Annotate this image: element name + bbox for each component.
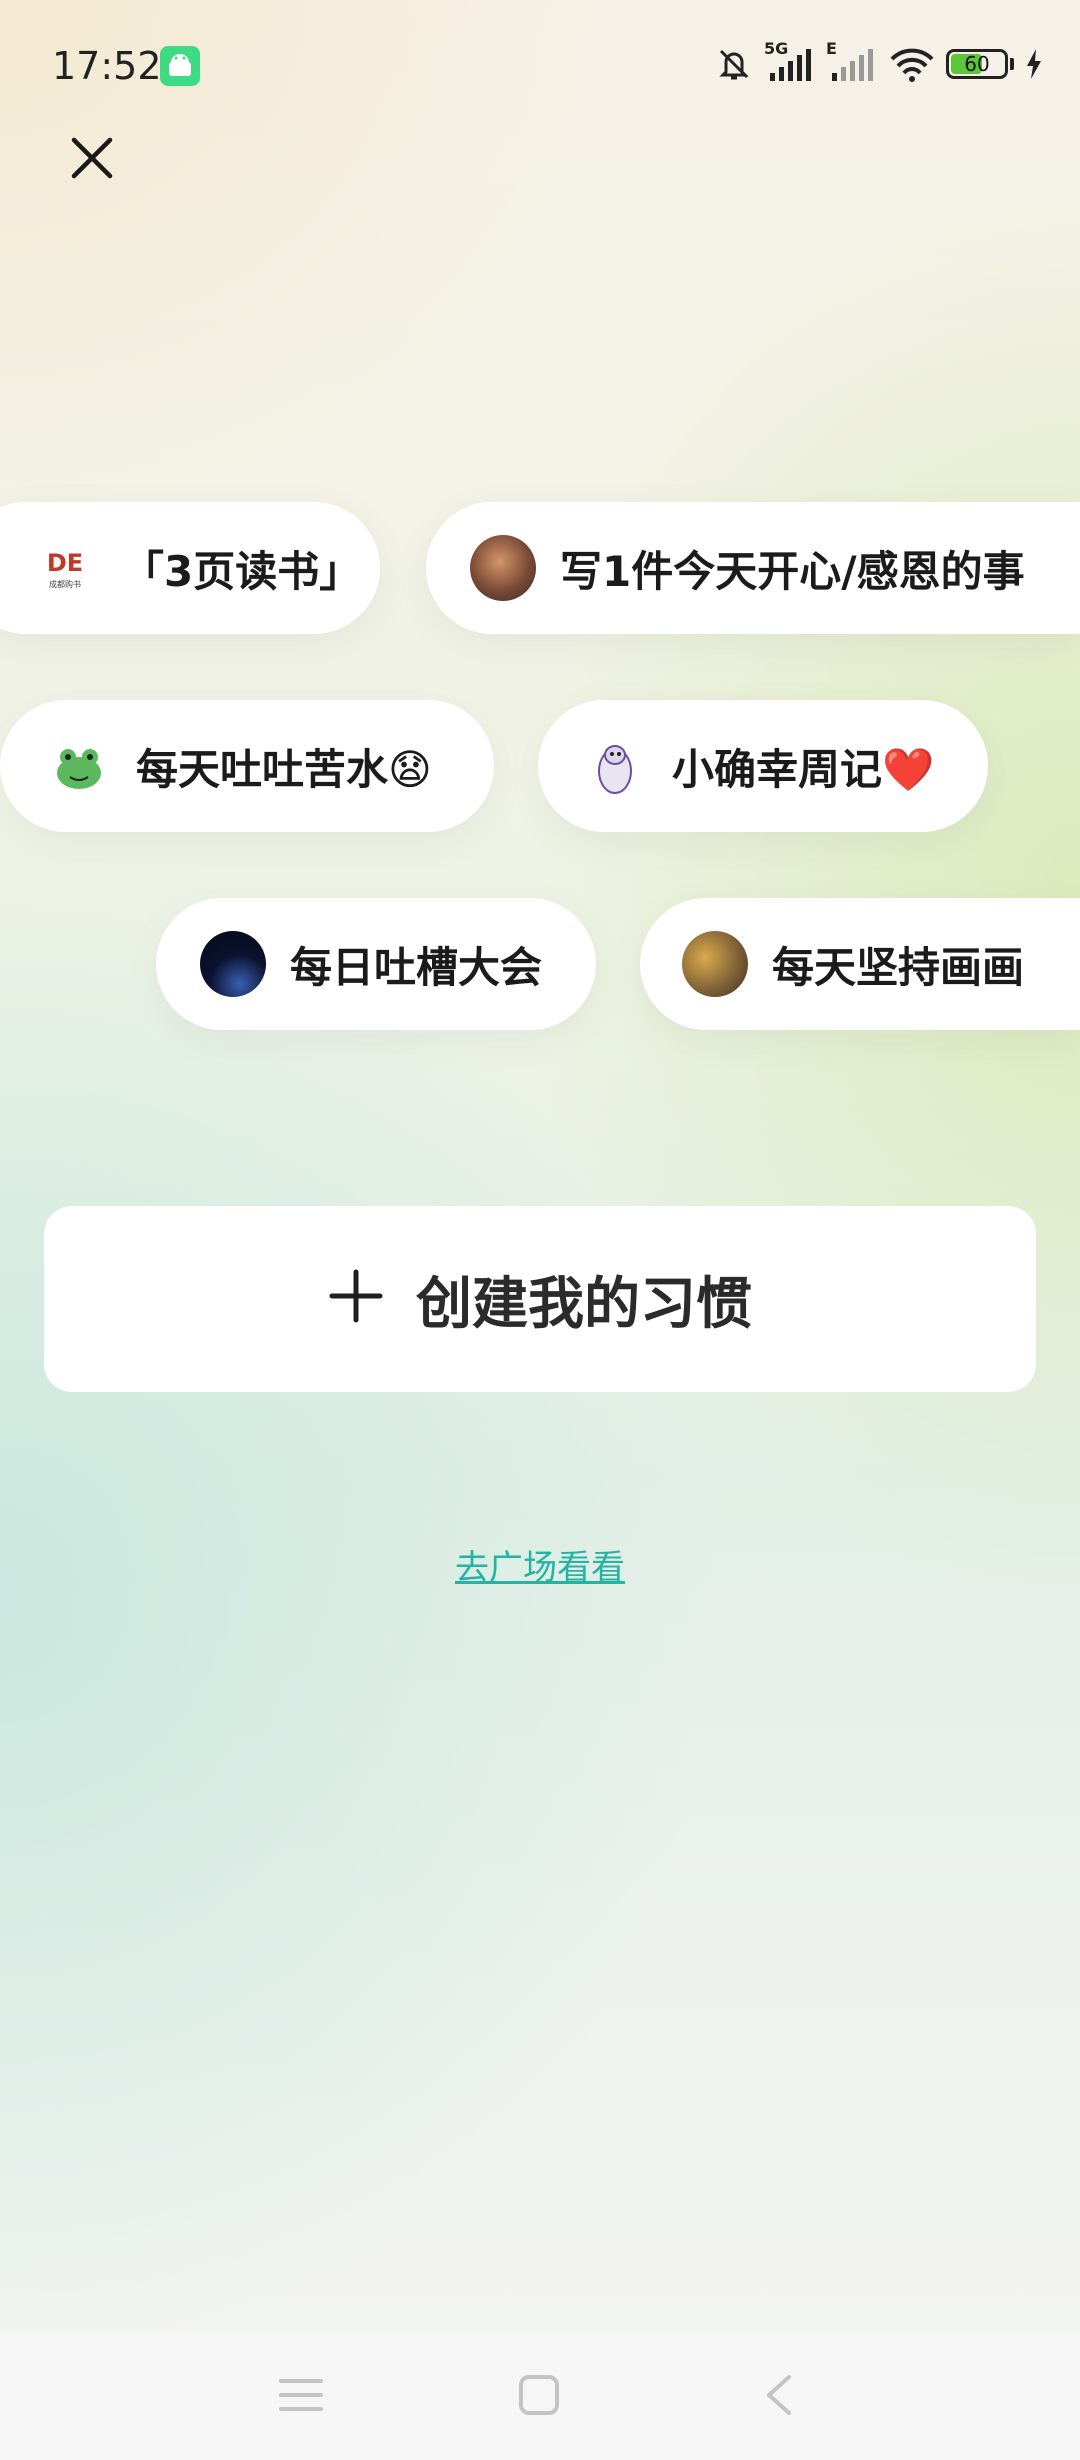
create-habit-label: 创建我的习惯 <box>416 1271 752 1337</box>
signal-5g-icon: 5G <box>764 39 816 83</box>
home-nav-button[interactable] <box>514 2370 564 2420</box>
navigation-bar <box>0 2330 1080 2460</box>
battery-icon: 60 <box>946 49 1014 79</box>
go-to-square-link[interactable]: 去广场看看 <box>0 1540 1080 1589</box>
habit-chip-vent[interactable]: 每天吐吐苦水😧 <box>0 700 494 832</box>
close-icon <box>71 137 113 179</box>
back-chevron-icon <box>767 2375 791 2415</box>
menu-icon <box>279 2379 323 2411</box>
svg-text:DE: DE <box>47 549 83 577</box>
habit-chip-label: 每天坚持画画 <box>772 942 1025 992</box>
bookstore-logo-icon: DE 成都购书 <box>32 535 98 601</box>
user-avatar-icon <box>470 535 536 601</box>
habit-chip-label: 每天吐吐苦水😧 <box>136 744 432 794</box>
system-icons: 5G E 60 <box>714 39 1044 84</box>
portrait-avatar-icon <box>682 931 748 997</box>
habit-chip-label: 「3页读书」 <box>122 546 362 596</box>
habit-chip-happiness-journal[interactable]: 小确幸周记❤️ <box>538 700 988 832</box>
close-button[interactable] <box>64 130 120 186</box>
menu-nav-button[interactable] <box>276 2370 326 2420</box>
android-app-icon <box>160 46 200 86</box>
habit-chip-label: 小确幸周记❤️ <box>672 744 935 794</box>
battery-level: 60 <box>964 52 990 76</box>
status-time: 17:52 <box>52 44 162 88</box>
network-e-label: E <box>826 39 837 58</box>
back-nav-button[interactable] <box>754 2370 804 2420</box>
habit-chip-reading[interactable]: DE 成都购书 「3页读书」 <box>0 502 380 634</box>
penguin-avatar-icon <box>582 733 648 799</box>
plus-icon <box>328 1263 384 1335</box>
mute-bell-icon <box>714 44 754 84</box>
wifi-icon <box>888 45 936 83</box>
habit-chip-rant[interactable]: 每日吐槽大会 <box>156 898 596 1030</box>
signal-e-icon: E <box>826 39 878 83</box>
home-square-icon <box>519 2375 559 2415</box>
habit-chip-gratitude[interactable]: 写1件今天开心/感恩的事 <box>426 502 1080 634</box>
svg-text:成都购书: 成都购书 <box>49 579 81 589</box>
habit-chip-label: 写1件今天开心/感恩的事 <box>560 546 1025 596</box>
night-sky-avatar-icon <box>200 931 266 997</box>
network-5g-label: 5G <box>764 39 789 58</box>
charging-icon <box>1024 47 1044 81</box>
create-habit-button[interactable]: 创建我的习惯 <box>44 1206 1036 1392</box>
habit-chip-label: 每日吐槽大会 <box>290 942 543 992</box>
habit-chip-drawing[interactable]: 每天坚持画画 <box>640 898 1080 1030</box>
status-bar: 17:52 5G E 60 <box>0 0 1080 130</box>
frog-avatar-icon <box>46 733 112 799</box>
